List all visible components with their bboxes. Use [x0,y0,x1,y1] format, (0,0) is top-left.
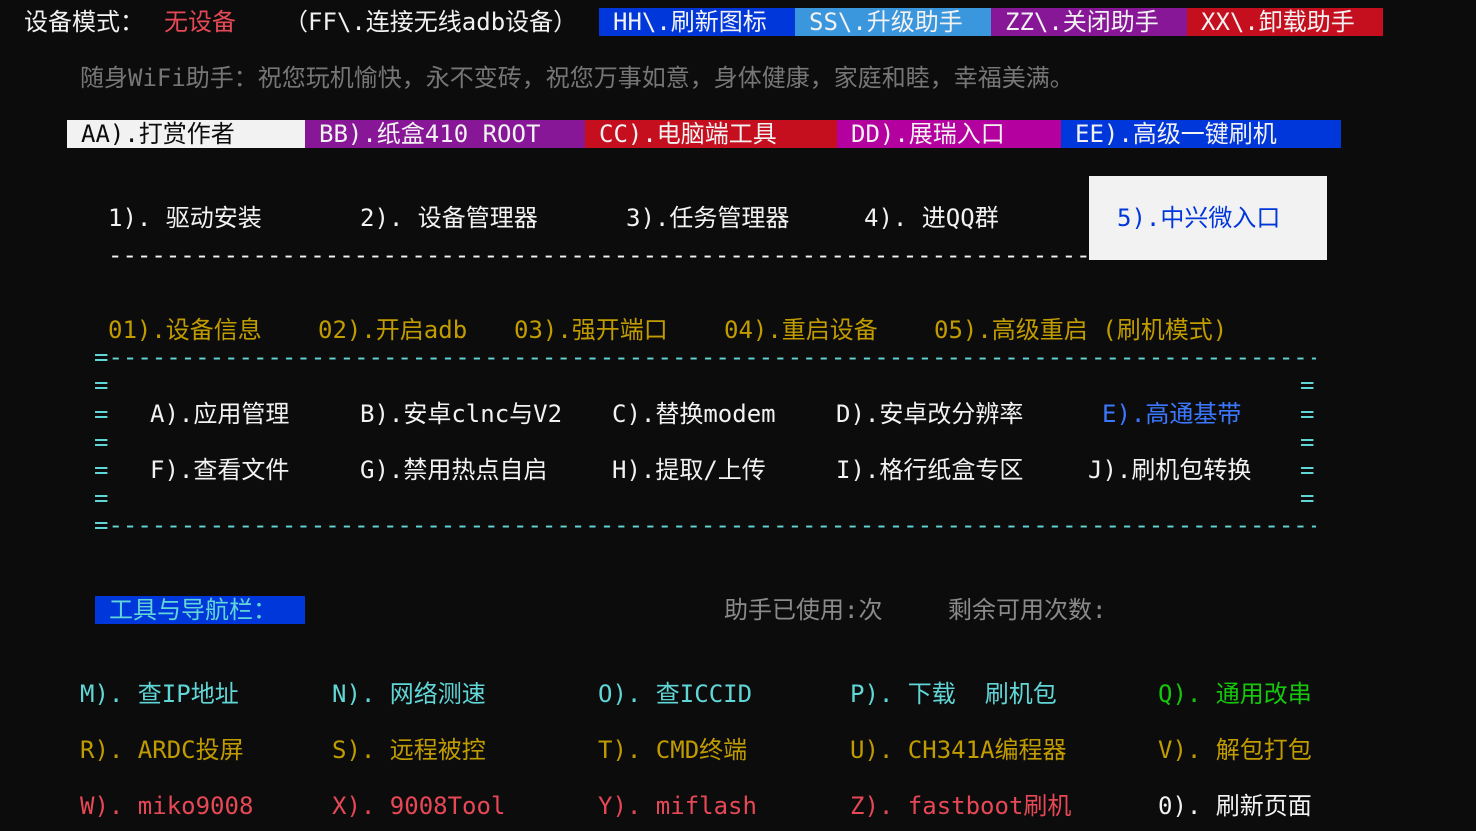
connect-wireless-adb-option[interactable]: （FF\.连接无线adb设备） [284,7,577,37]
box-bottom-border: =---------------------------------------… [94,512,1316,538]
menu-zhanrui-entry[interactable]: DD).展瑞入口 [837,120,1061,148]
box-app-management[interactable]: A).应用管理 [150,399,289,429]
tool-download-package[interactable]: P). 下载 刷机包 [850,679,1057,709]
tool-miko9008[interactable]: W). miko9008 [80,791,253,821]
menu-box410-root[interactable]: BB).纸盒410 ROOT [305,120,585,148]
menu-tip-author[interactable]: AA).打赏作者 [67,120,305,148]
box-replace-modem[interactable]: C).替换modem [612,399,776,429]
menu-zte-entry-selected[interactable]: 5).中兴微入口 [1089,176,1327,260]
tool-check-iccid[interactable]: O). 查ICCID [598,679,752,709]
box-edge-right: = [1300,428,1315,456]
device-mode-value: 无设备 [164,8,236,36]
tool-refresh-page[interactable]: 0). 刷新页面 [1158,791,1312,821]
usage-count: 助手已使用:次 [724,596,883,624]
tool-remote-control[interactable]: S). 远程被控 [332,735,486,765]
box-gexing-zone[interactable]: I).格行纸盒专区 [836,455,1023,485]
box-clnc-v2[interactable]: B).安卓clnc与V2 [360,399,562,429]
menu-join-qq-group[interactable]: 4). 进QQ群 [864,203,999,233]
menu-advanced-oneclick-flash[interactable]: EE).高级一键刷机 [1061,120,1341,148]
device-mode-label: 设备模式： [24,8,144,36]
tool-miflash[interactable]: Y). miflash [598,791,757,821]
op-enable-adb[interactable]: 02).开启adb [318,315,467,345]
tool-ch341a-programmer[interactable]: U). CH341A编程器 [850,735,1067,765]
tool-generic-serial-edit[interactable]: Q). 通用改串 [1158,679,1312,709]
menu-device-manager[interactable]: 2). 设备管理器 [360,203,538,233]
tool-9008tool[interactable]: X). 9008Tool [332,791,505,821]
box-extract-upload[interactable]: H).提取/上传 [612,455,766,485]
tool-check-ip[interactable]: M). 查IP地址 [80,679,239,709]
menu-pc-tools[interactable]: CC).电脑端工具 [585,120,837,148]
box-edge-right: = [1300,484,1315,512]
tool-speed-test[interactable]: N). 网络测速 [332,679,486,709]
box-edge-right: = [1300,400,1315,428]
close-assistant-button[interactable]: ZZ\.关闭助手 [991,8,1187,36]
tool-unpack-repack[interactable]: V). 解包打包 [1158,735,1312,765]
box-view-files[interactable]: F).查看文件 [150,455,289,485]
menu-zte-entry-label: 5).中兴微入口 [1117,204,1281,232]
box-edge-right: = [1300,371,1315,399]
menu-driver-install[interactable]: 1). 驱动安装 [108,203,262,233]
menu-task-manager[interactable]: 3).任务管理器 [626,203,789,233]
box-disable-hotspot-autostart[interactable]: G).禁用热点自启 [360,455,547,485]
box-top-border: =---------------------------------------… [94,344,1316,370]
op-force-open-port[interactable]: 03).强开端口 [514,315,668,345]
remaining-count: 剩余可用次数: [948,596,1107,624]
box-edge-left: = [94,371,109,399]
refresh-icons-button[interactable]: HH\.刷新图标 [599,8,795,36]
tool-fastboot-flash[interactable]: Z). fastboot刷机 [850,791,1071,821]
box-edge-left: = [94,456,109,484]
box-flash-package-convert[interactable]: J).刷机包转换 [1088,455,1251,485]
box-edge-left: = [94,484,109,512]
box-qualcomm-baseband[interactable]: E).高通基带 [1102,399,1241,429]
box-edge-left: = [94,428,109,456]
box-change-resolution[interactable]: D).安卓改分辨率 [836,399,1023,429]
upgrade-assistant-button[interactable]: SS\.升级助手 [795,8,991,36]
op-device-info[interactable]: 01).设备信息 [108,315,262,345]
main-menu-separator: ----------------------------------------… [108,242,1089,268]
tool-ardc-screen[interactable]: R). ARDC投屏 [80,735,244,765]
nav-bar-label: 工具与导航栏： [95,596,305,624]
box-edge-left: = [94,400,109,428]
box-edge-right: = [1300,456,1315,484]
op-reboot-device[interactable]: 04).重启设备 [724,315,878,345]
op-advanced-reboot[interactable]: 05).高级重启 (刷机模式) [934,315,1227,345]
greeting-text: 随身WiFi助手：祝您玩机愉快，永不变砖，祝您万事如意，身体健康，家庭和睦，幸福… [80,64,1074,92]
tool-cmd-terminal[interactable]: T). CMD终端 [598,735,747,765]
uninstall-assistant-button[interactable]: XX\.卸载助手 [1187,8,1383,36]
